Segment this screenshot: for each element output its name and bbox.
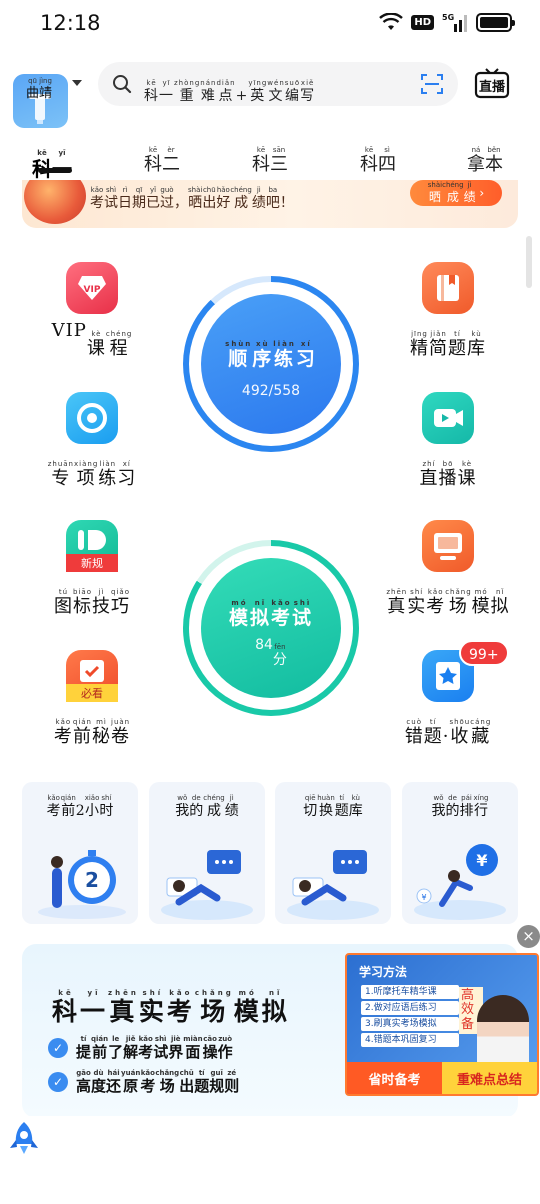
- tab-na-ben[interactable]: ná 拿 běn 本: [467, 136, 503, 175]
- city-label[interactable]: qū 曲 jìng 靖: [26, 72, 52, 101]
- status-bar: 12:18 HD 5G: [0, 0, 540, 48]
- promo-bullet: ✓ gāo 高 dù 度 hái 还 yuán 原 kǎo 考 chǎng 场 chū 出 tí 题 guī 规 zé…: [48, 1070, 239, 1095]
- video-method-list: 1.听摩托车精华课 2.做对应语后练习 3.刷真实考场模拟 4.错题本巩固复习: [361, 985, 459, 1049]
- close-icon[interactable]: ×: [517, 925, 540, 948]
- real-exam-simulation[interactable]: zhēn 真 shí 实 kǎo 考 chǎng 场 mó 模 nǐ 拟: [380, 520, 516, 617]
- signal-icon: 5G: [442, 13, 467, 32]
- city-dropdown-icon[interactable]: [72, 80, 82, 86]
- new-rule-tag: 新规: [81, 556, 103, 570]
- sequential-practice-button[interactable]: shùn 顺 xù 序 liàn 练 xí 习 492/558: [201, 294, 341, 434]
- svg-text:¥: ¥: [476, 851, 487, 870]
- share-score-banner[interactable]: kǎo 考 shì 试 rì 日 qī 期 yǐ 已 guò 过， shài 晒 chū 出 hǎo 好 chéng…: [22, 180, 518, 228]
- banner-text: kǎo 考 shì 试 rì 日 qī 期 yǐ 已 guò 过， shài 晒 chū 出 hǎo 好 chéng…: [90, 186, 294, 211]
- vip-icon: VIP: [66, 262, 118, 314]
- tab-ke-si[interactable]: kē 科 sì 四: [360, 136, 396, 175]
- refined-question-bank[interactable]: jīng 精 jiǎn 简 tí 题 kù 库: [396, 262, 500, 359]
- status-icons: HD 5G: [379, 12, 515, 32]
- chat-person-icon: [161, 850, 253, 920]
- yuan-coin-icon: ¥¥: [414, 844, 506, 920]
- stopwatch-icon: 2: [38, 850, 126, 919]
- sequential-practice-title: shùn 顺 xù 序 liàn 练 xí 习: [225, 339, 317, 370]
- search-bar[interactable]: kē 科 yī 一 zhòng 重 nán 难 diǎn 点 + yīng 英 wén 文 suō 编 xiě 写: [98, 62, 458, 106]
- live-button[interactable]: 直播: [474, 67, 510, 101]
- video-method-item: 3.刷真实考场模拟: [361, 1017, 459, 1031]
- target-icon: [66, 392, 118, 444]
- tv-live-icon: 直播: [474, 68, 510, 99]
- search-icon: [113, 75, 132, 94]
- scrollbar[interactable]: [526, 236, 532, 288]
- svg-text:2: 2: [85, 868, 99, 892]
- exam-secret-paper[interactable]: 必看 kǎo 考 qián 前 mì 秘 juàn 卷: [40, 650, 144, 747]
- food-illustration-icon: [24, 180, 86, 224]
- video-method-item: 2.做对应语后练习: [361, 1001, 459, 1015]
- video-camera-icon: [422, 392, 474, 444]
- active-tab-indicator: [38, 168, 72, 173]
- promo-title: kē 科 yī 一 zhēn 真 shí 实 kǎo 考 chǎng 场 mó 模 nǐ 拟: [52, 989, 290, 1026]
- svg-text:VIP: VIP: [84, 285, 101, 295]
- sequential-practice-progress: 492/558: [241, 383, 301, 400]
- check-icon: ✓: [48, 1038, 68, 1059]
- vip-course[interactable]: VIP VIP kè 课 chéng 程: [45, 262, 139, 359]
- sign-tips[interactable]: 新规 tú 图 biāo 标 jì 技 qiǎo 巧: [40, 520, 144, 617]
- live-label: 直播: [479, 79, 506, 95]
- floating-video-ad[interactable]: 学习方法 1.听摩托车精华课 2.做对应语后练习 3.刷真实考场模拟 4.错题本…: [345, 953, 539, 1096]
- clipboard-check-icon: 必看: [66, 650, 118, 702]
- video-footer: 省时备考 重难点总结: [347, 1062, 537, 1094]
- tab-ke-er[interactable]: kē 科 èr 二: [144, 136, 180, 175]
- video-method-item: 4.错题本巩固复习: [361, 1033, 459, 1047]
- check-icon: ✓: [48, 1072, 68, 1093]
- card-switch-question-bank[interactable]: qiē 切 huàn 换 tí 题 kù 库: [275, 782, 391, 924]
- tab-ke-yi[interactable]: kē科yī一: [32, 136, 72, 180]
- wrong-count-badge: 99+: [459, 640, 509, 666]
- monitor-icon: [422, 520, 474, 572]
- subject-tabs: kē科yī一 kē科èr二 kē科sān三 kē科sì四 ná拿běn本: [0, 136, 540, 180]
- rocket-icon: [10, 1122, 38, 1154]
- mock-exam-title: mó 模 nǐ 拟 kǎo 考 shì 试: [228, 599, 314, 630]
- video-method-item: 1.听摩托车精华课: [361, 985, 459, 999]
- tab-ke-san[interactable]: kē 科 sān 三: [252, 136, 288, 175]
- chevron-right-icon: ›: [479, 186, 485, 200]
- clock: 12:18: [40, 11, 101, 35]
- video-left-label: 省时备考: [347, 1062, 442, 1094]
- video-right-label: 重难点总结: [442, 1062, 537, 1094]
- chat-person-icon: [287, 850, 379, 920]
- live-course[interactable]: zhí 直 bō 播 kè 课: [406, 392, 490, 489]
- svg-text:¥: ¥: [421, 893, 426, 902]
- book-icon: [422, 262, 474, 314]
- sign-icon: 新规: [66, 520, 118, 572]
- search-placeholder: kē 科 yī 一 zhòng 重 nán 难 diǎn 点 + yīng 英 wén 文 suō 编 xiě 写: [144, 79, 316, 104]
- must-see-tag: 必看: [81, 686, 103, 700]
- network-label: 5G: [442, 13, 454, 22]
- card-my-scores[interactable]: wǒ 我 de 的 chéng 成 jì 绩: [149, 782, 265, 924]
- card-my-ranking[interactable]: wǒ 我 de 的 pái 排 xíng 行 ¥ ¥: [402, 782, 518, 924]
- hd-icon: HD: [411, 14, 434, 30]
- video-title: 学习方法: [359, 965, 408, 979]
- wifi-icon: [379, 13, 404, 30]
- card-exam-two-hours[interactable]: kǎo 考 qián 前 2 xiǎo 小 shí 时 2: [22, 782, 138, 924]
- rocket-button[interactable]: [0, 1116, 540, 1204]
- mock-exam-button[interactable]: mó 模 nǐ 拟 kǎo 考 shì 试 84 fēn 分: [201, 558, 341, 698]
- share-score-button[interactable]: shài 晒 chéng 成 jì 绩 ›: [410, 180, 502, 206]
- mock-exam-score: 84 fēn 分: [255, 637, 287, 669]
- battery-icon: [476, 12, 515, 32]
- promo-bullet: ✓ tí 提 qián 前 le 了 jiě 解 kǎo 考 shì 试 jiè 界 miàn 面 cāo 操 zuò…: [48, 1036, 233, 1061]
- special-practice[interactable]: zhuān 专 xiàng 项 liàn 练 xí 习: [40, 392, 144, 489]
- city-label-text: qū 曲 jìng 靖: [26, 77, 53, 101]
- scan-icon[interactable]: [420, 72, 444, 96]
